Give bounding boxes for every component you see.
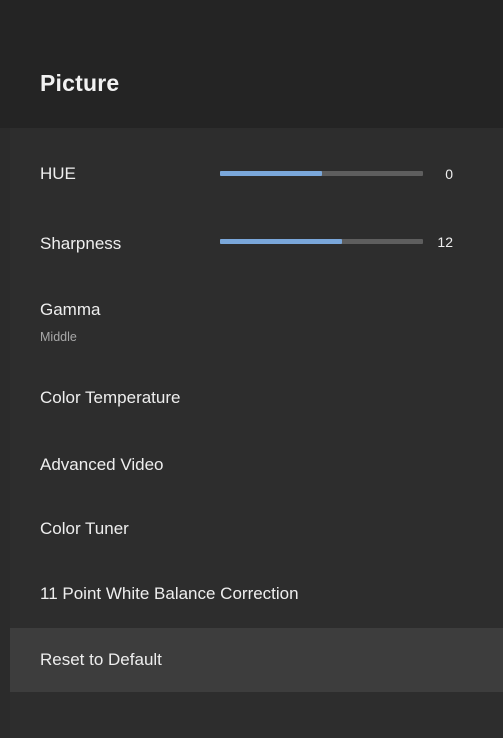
color-temperature-row[interactable]: Color Temperature [10,368,503,432]
reset-to-default-row[interactable]: Reset to Default [10,628,503,692]
sharpness-value: 12 [437,234,453,250]
page-title: Picture [40,70,120,96]
advanced-video-row[interactable]: Advanced Video [10,434,503,498]
hue-slider-fill [220,171,322,176]
gamma-label: Gamma [40,300,101,319]
sharpness-label: Sharpness [40,234,122,253]
color-temperature-label: Color Temperature [40,388,181,407]
hue-value: 0 [445,166,453,182]
hue-row[interactable]: HUE 0 [10,140,503,204]
sharpness-slider-fill [220,239,342,244]
sharpness-row[interactable]: Sharpness 12 [10,210,503,274]
sharpness-slider[interactable] [220,239,423,244]
color-tuner-row[interactable]: Color Tuner [10,499,503,563]
gamma-row[interactable]: Gamma Middle [10,285,503,349]
hue-slider[interactable] [220,171,423,176]
header-bar: Picture [0,0,503,128]
white-balance-label: 11 Point White Balance Correction [40,584,299,603]
color-tuner-label: Color Tuner [40,519,129,538]
reset-to-default-label: Reset to Default [40,650,162,669]
white-balance-row[interactable]: 11 Point White Balance Correction [10,563,503,627]
advanced-video-label: Advanced Video [40,455,164,474]
gamma-value: Middle [40,330,77,344]
hue-label: HUE [40,164,76,183]
